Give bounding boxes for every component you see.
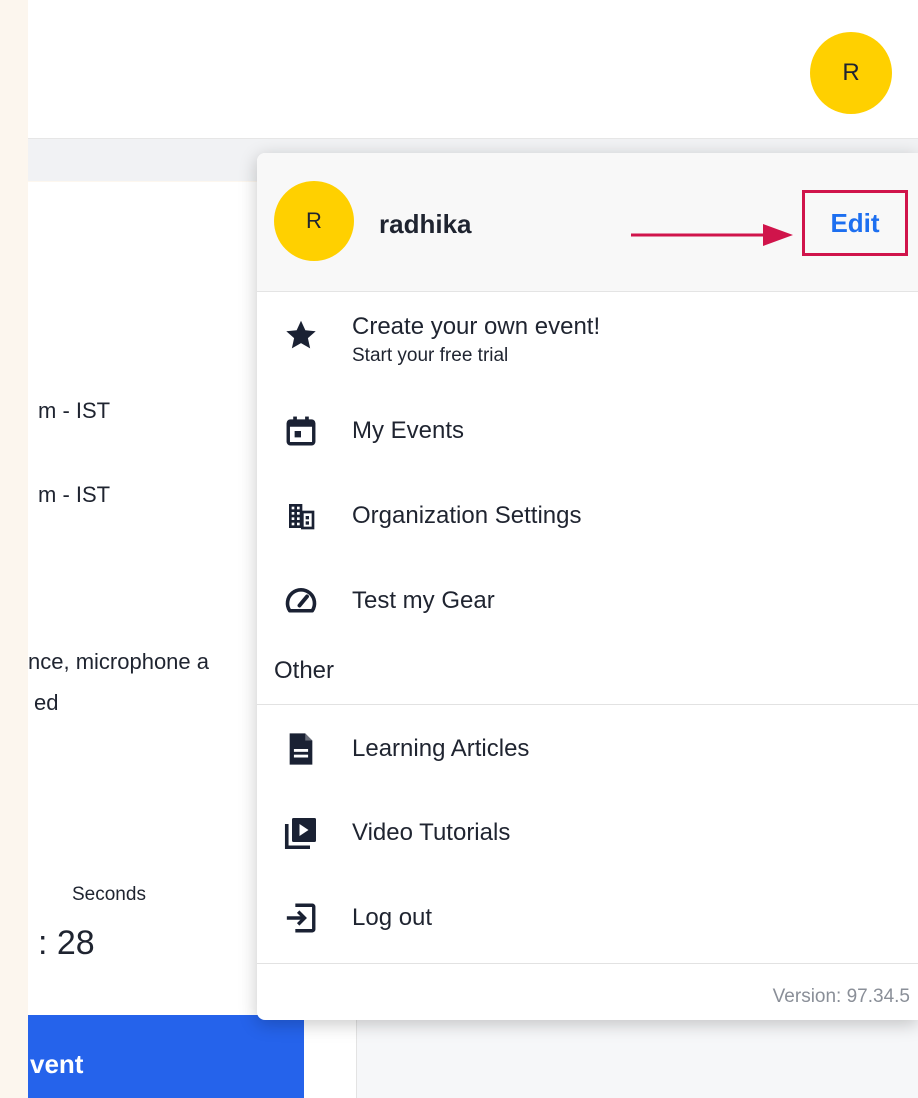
user-name: radhika xyxy=(379,209,472,239)
dropdown-user-header: R radhika Edit xyxy=(257,153,918,292)
menu-item-label: My Events xyxy=(352,417,465,444)
star-icon xyxy=(281,315,321,355)
left-margin xyxy=(0,0,28,1098)
menu-item-label: Learning Articles xyxy=(352,735,530,762)
footer-divider xyxy=(257,963,918,964)
video-library-icon xyxy=(281,813,321,853)
menu-item-log-out[interactable]: Log out xyxy=(257,878,918,958)
edit-profile-button[interactable]: Edit xyxy=(802,190,908,256)
requirements-text-line2: ed xyxy=(34,690,59,715)
requirements-text: nce, microphone a xyxy=(28,649,209,674)
menu-item-label: Create your own event! xyxy=(352,313,601,340)
menu-item-sublabel: Start your free trial xyxy=(352,345,509,366)
start-time-text: m - IST xyxy=(38,398,111,423)
countdown-seconds-value: : 28 xyxy=(38,924,95,962)
enter-event-button[interactable]: vent xyxy=(28,1015,304,1098)
menu-item-label: Test my Gear xyxy=(352,587,495,614)
menu-item-label: Organization Settings xyxy=(352,502,582,529)
annotation-arrow-icon xyxy=(631,224,793,246)
document-icon xyxy=(281,729,321,769)
menu-item-learning-articles[interactable]: Learning Articles xyxy=(257,709,918,789)
menu-item-label: Video Tutorials xyxy=(352,819,511,846)
dropdown-avatar: R xyxy=(274,181,354,261)
menu-item-test-my-gear[interactable]: Test my Gear xyxy=(257,561,918,641)
other-section-label: Other xyxy=(274,657,335,684)
profile-dropdown-menu: R radhika Edit Create your own event! St… xyxy=(257,153,918,1020)
enter-event-label: vent xyxy=(30,1049,84,1079)
end-time-text: m - IST xyxy=(38,482,111,507)
version-text: Version: 97.34.5 xyxy=(772,986,910,1007)
section-divider xyxy=(257,704,918,705)
profile-avatar[interactable]: R xyxy=(810,32,892,114)
building-icon xyxy=(281,496,321,536)
menu-item-video-tutorials[interactable]: Video Tutorials xyxy=(257,793,918,873)
logout-icon xyxy=(281,898,321,938)
top-navbar: R xyxy=(28,0,918,139)
calendar-icon xyxy=(281,411,321,451)
menu-item-create-event[interactable]: Create your own event! Start your free t… xyxy=(257,293,918,377)
menu-item-label: Log out xyxy=(352,904,433,931)
menu-item-my-events[interactable]: My Events xyxy=(257,391,918,471)
speedometer-icon xyxy=(281,581,321,621)
countdown-seconds-label: Seconds xyxy=(72,884,146,905)
menu-item-organization-settings[interactable]: Organization Settings xyxy=(257,476,918,556)
